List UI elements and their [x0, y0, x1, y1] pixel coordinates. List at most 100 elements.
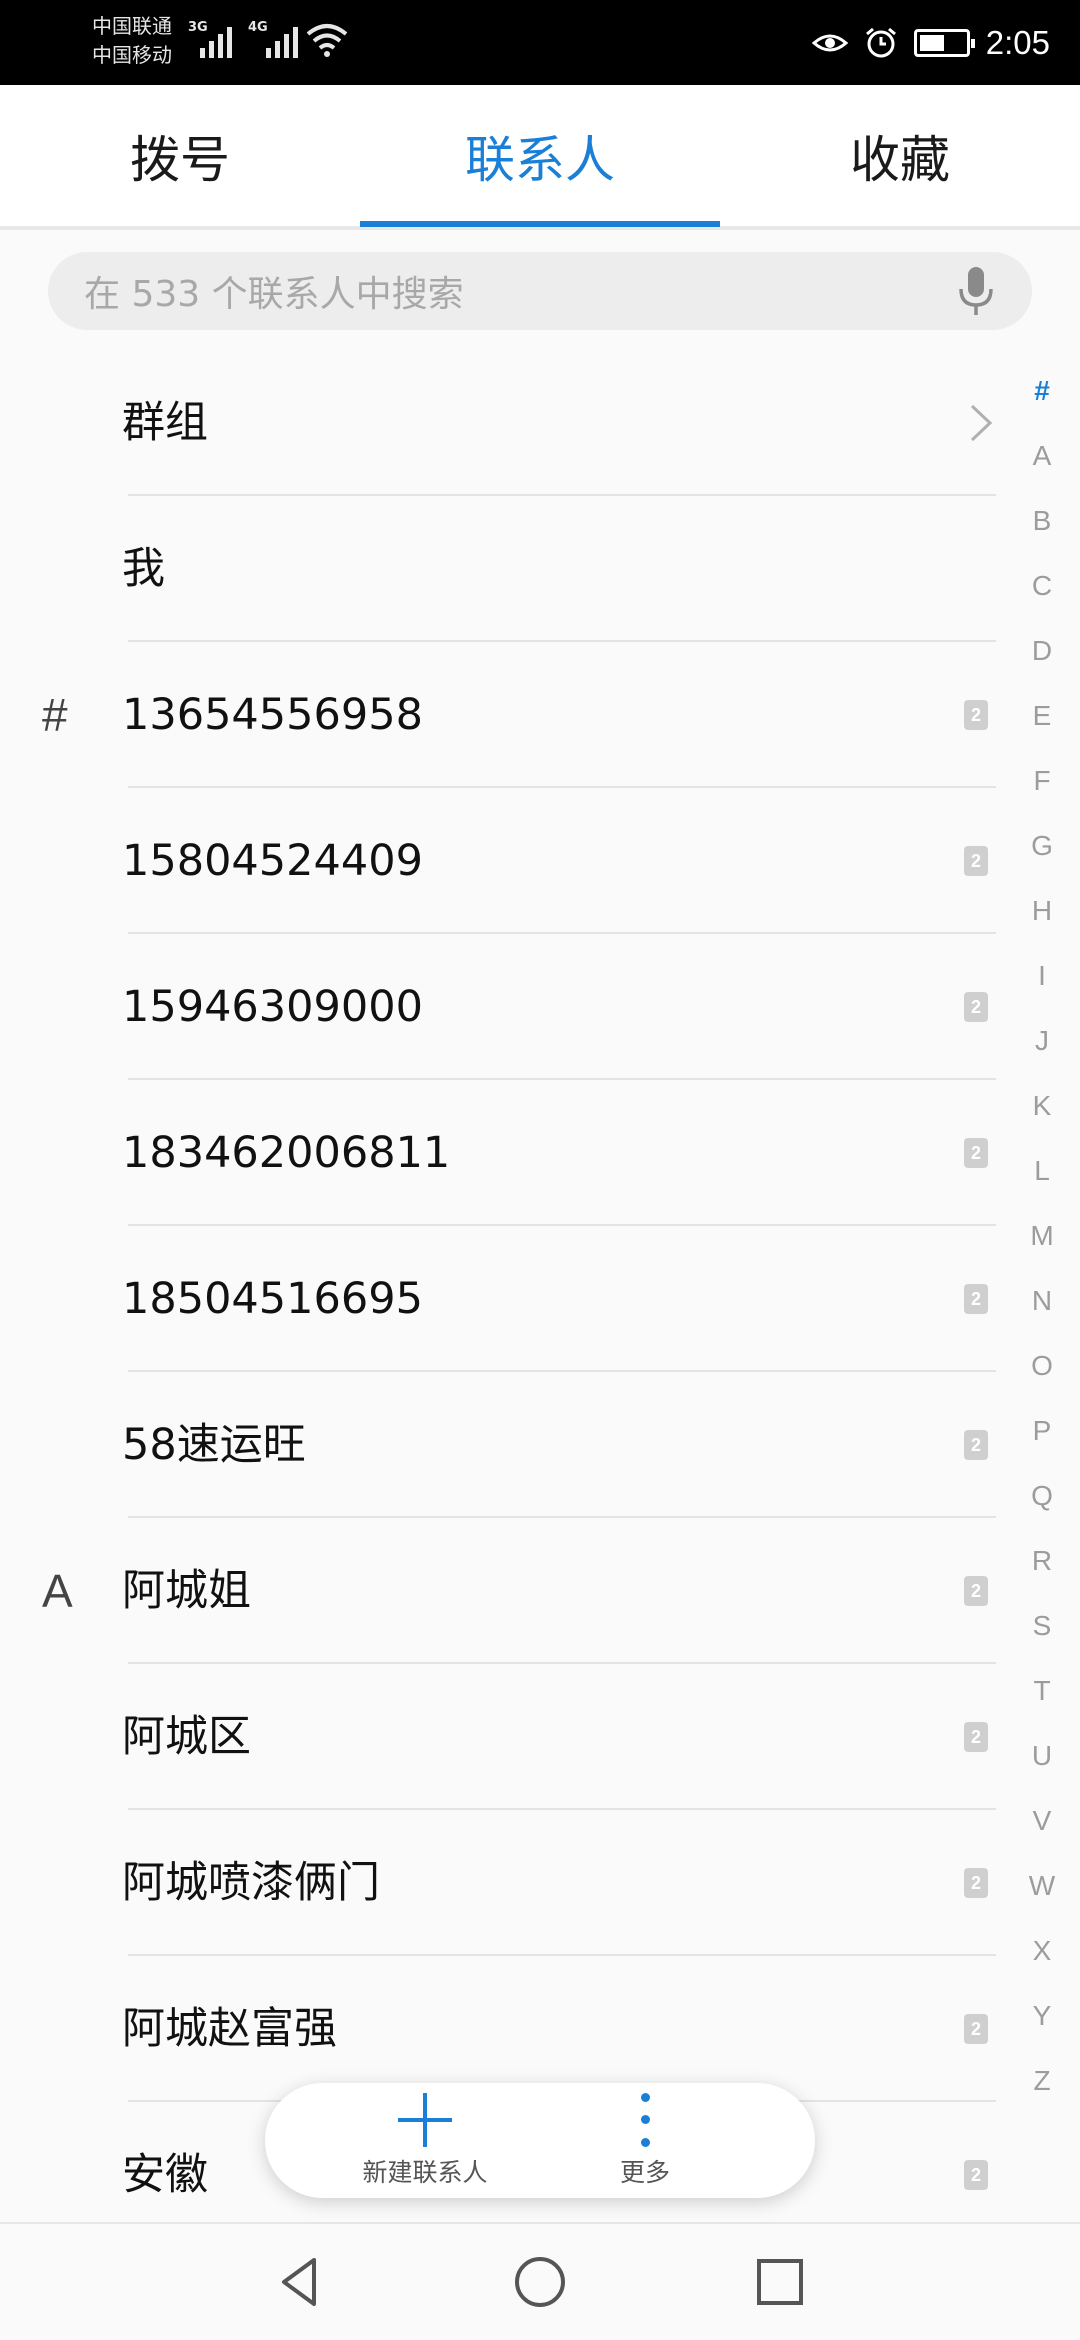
index-letter[interactable]: X — [1018, 1935, 1066, 2000]
signal-1-icon: 3G — [188, 20, 232, 58]
contact-row[interactable]: 18504516695 2 — [0, 1226, 1080, 1372]
index-letter[interactable]: E — [1018, 700, 1066, 765]
index-letter[interactable]: N — [1018, 1285, 1066, 1350]
contact-name: 阿城喷漆俩门 — [122, 1858, 380, 1908]
carrier-2: 中国移动 — [92, 43, 172, 67]
index-letter[interactable]: F — [1018, 765, 1066, 830]
contact-name: 58速运旺 — [122, 1420, 306, 1470]
tab-favorites[interactable]: 收藏 — [720, 85, 1080, 226]
index-letter[interactable]: V — [1018, 1805, 1066, 1870]
alphabet-index[interactable]: # A B C D E F G H I J K L M N O P Q R S T U V W X Y Z — [1018, 375, 1066, 2130]
index-letter[interactable]: S — [1018, 1610, 1066, 1675]
contact-row[interactable]: #13654556958 2 — [0, 642, 1080, 788]
battery-icon — [913, 29, 975, 57]
home-icon[interactable] — [512, 2254, 568, 2310]
recents-icon[interactable] — [752, 2254, 808, 2310]
index-letter[interactable]: Z — [1018, 2065, 1066, 2130]
status-bar: 中国联通 中国移动 3G 4G 2:05 — [0, 0, 1080, 85]
more-vert-icon — [639, 2092, 651, 2147]
signal-1-type: 3G — [188, 20, 208, 35]
contact-name: 我 — [122, 544, 165, 594]
carrier-1: 中国联通 — [92, 14, 172, 38]
sim-card-icon: 2 — [964, 1430, 988, 1460]
tab-contacts[interactable]: 联系人 — [360, 85, 720, 226]
index-letter[interactable]: O — [1018, 1350, 1066, 1415]
index-letter[interactable]: D — [1018, 635, 1066, 700]
contact-name: 阿城姐 — [122, 1566, 251, 1616]
index-letter[interactable]: H — [1018, 895, 1066, 960]
index-letter[interactable]: Q — [1018, 1480, 1066, 1545]
back-icon[interactable] — [272, 2254, 328, 2310]
sim-card-icon: 2 — [964, 700, 988, 730]
alarm-icon — [865, 27, 896, 58]
contact-name: 群组 — [122, 398, 208, 448]
sim-card-icon: 2 — [964, 2160, 988, 2190]
more-button[interactable]: 更多 — [565, 2083, 725, 2198]
contact-row[interactable]: 15804524409 2 — [0, 788, 1080, 934]
active-tab-indicator — [360, 221, 720, 227]
contact-name: 13654556958 — [122, 690, 423, 740]
eye-comfort-icon — [811, 34, 848, 52]
navigation-bar — [0, 2222, 1080, 2340]
contact-name: 183462006811 — [122, 1128, 451, 1178]
search-bar[interactable]: 在 533 个联系人中搜索 — [48, 252, 1032, 330]
index-letter[interactable]: P — [1018, 1415, 1066, 1480]
sim-card-icon: 2 — [964, 992, 988, 1022]
sim-card-icon: 2 — [964, 1576, 988, 1606]
sim-card-icon: 2 — [964, 1284, 988, 1314]
chevron-right-icon — [970, 404, 993, 442]
index-letter[interactable]: C — [1018, 570, 1066, 635]
more-label: 更多 — [619, 2157, 670, 2187]
contact-row[interactable]: 阿城赵富强 2 — [0, 1956, 1080, 2102]
index-letter[interactable]: T — [1018, 1675, 1066, 1740]
search-input[interactable]: 在 533 个联系人中搜索 — [84, 265, 956, 317]
contact-row[interactable]: 阿城喷漆俩门 2 — [0, 1810, 1080, 1956]
index-letter[interactable]: G — [1018, 830, 1066, 895]
tab-bar: 拨号 联系人 收藏 — [0, 85, 1080, 230]
contact-row[interactable]: 我 — [0, 496, 1080, 642]
contact-row[interactable]: A 阿城姐 2 — [0, 1518, 1080, 1664]
new-contact-button[interactable]: 新建联系人 — [305, 2083, 545, 2198]
tab-dialer[interactable]: 拨号 — [0, 85, 360, 226]
microphone-icon[interactable] — [956, 265, 996, 317]
status-right: 2:05 — [811, 18, 1050, 68]
index-letter[interactable]: K — [1018, 1090, 1066, 1155]
section-header: # — [42, 689, 68, 741]
sim-card-icon: 2 — [964, 1138, 988, 1168]
new-contact-label: 新建联系人 — [362, 2157, 488, 2187]
plus-icon — [398, 2092, 452, 2147]
index-letter[interactable]: M — [1018, 1220, 1066, 1285]
section-header: A — [42, 1565, 73, 1617]
index-letter[interactable]: U — [1018, 1740, 1066, 1805]
index-letter[interactable]: L — [1018, 1155, 1066, 1220]
sim-card-icon: 2 — [964, 2014, 988, 2044]
contact-name: 15946309000 — [122, 982, 423, 1032]
signal-2-type: 4G — [248, 20, 268, 35]
index-letter[interactable]: W — [1018, 1870, 1066, 1935]
clock: 2:05 — [985, 24, 1050, 61]
contact-list: 群组我 #13654556958 2 15804524409 2 15946309000 2… — [0, 350, 1080, 2248]
index-letter[interactable]: # — [1018, 375, 1066, 440]
signal-2-icon: 4G — [248, 20, 298, 58]
sim-card-icon: 2 — [964, 846, 988, 876]
index-letter[interactable]: Y — [1018, 2000, 1066, 2065]
contact-name: 15804524409 — [122, 836, 423, 886]
action-pill: 新建联系人 更多 — [265, 2083, 815, 2198]
contact-row[interactable]: 58速运旺 2 — [0, 1372, 1080, 1518]
wifi-icon — [306, 24, 348, 57]
index-letter[interactable]: A — [1018, 440, 1066, 505]
contact-row[interactable]: 183462006811 2 — [0, 1080, 1080, 1226]
index-letter[interactable]: J — [1018, 1025, 1066, 1090]
contact-name: 阿城区 — [122, 1712, 251, 1762]
contact-row[interactable]: 群组 — [0, 350, 1080, 496]
index-letter[interactable]: B — [1018, 505, 1066, 570]
battery-fill — [919, 35, 944, 51]
contact-name: 18504516695 — [122, 1274, 423, 1324]
contact-name: 阿城赵富强 — [122, 2004, 337, 2054]
index-letter[interactable]: I — [1018, 960, 1066, 1025]
contact-row[interactable]: 阿城区 2 — [0, 1664, 1080, 1810]
contact-row[interactable]: 15946309000 2 — [0, 934, 1080, 1080]
carrier-labels: 中国联通 中国移动 — [92, 12, 172, 70]
sim-card-icon: 2 — [964, 1722, 988, 1752]
index-letter[interactable]: R — [1018, 1545, 1066, 1610]
